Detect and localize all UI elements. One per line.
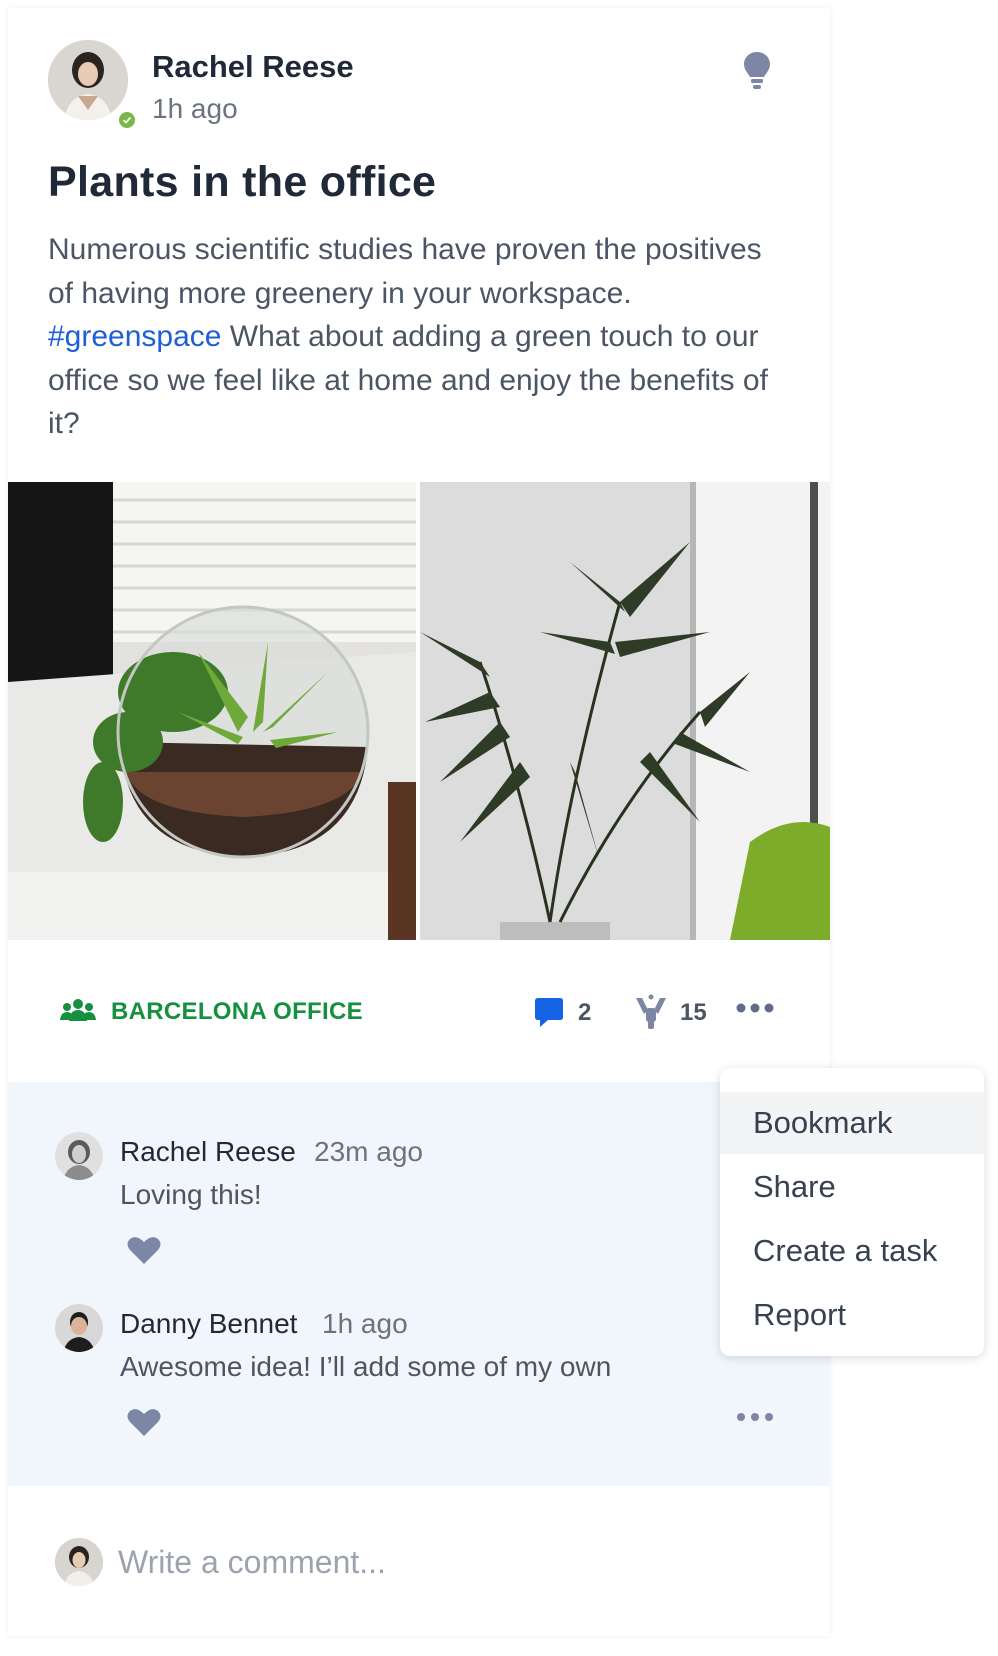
comment-count: 2 [578,999,592,1026]
lightbulb-icon[interactable] [742,50,772,92]
menu-item-create-task[interactable]: Create a task [720,1220,984,1282]
post-title: Plants in the office [48,158,437,206]
author-name[interactable]: Rachel Reese [152,49,354,85]
menu-item-report[interactable]: Report [720,1284,984,1346]
group-icon [60,999,96,1021]
cheer-count: 15 [680,999,707,1026]
comment-time: 23m ago [314,1136,423,1167]
cheer-icon[interactable] [634,994,668,1030]
post-body: Numerous scientific studies have proven … [48,228,788,446]
group-link[interactable]: BARCELONA OFFICE [111,998,363,1026]
comment-author[interactable]: Danny Bennet [120,1308,297,1340]
comment-input[interactable] [118,1540,798,1584]
comment-more-icon[interactable] [735,1409,775,1425]
comment-text: Awesome idea! I’ll add some of my own [120,1351,612,1382]
heart-icon[interactable] [127,1407,161,1437]
commenter-avatar[interactable] [55,1132,103,1180]
post-options-menu: Bookmark Share Create a task Report [720,1068,984,1356]
comment-text: Loving this! [120,1179,262,1210]
commenter-avatar[interactable] [55,1304,103,1352]
comment-author[interactable]: Rachel Reese [120,1136,296,1168]
menu-item-share[interactable]: Share [720,1156,984,1218]
palm-photo[interactable] [420,482,830,940]
post-timestamp: 1h ago [152,93,238,124]
post-body-text: Numerous scientific studies have proven … [48,233,762,310]
author-avatar[interactable] [48,40,128,120]
current-user-avatar [55,1538,103,1586]
terrarium-photo[interactable] [8,482,416,940]
hashtag-link[interactable]: #greenspace [48,320,221,353]
online-status-icon [117,110,137,130]
comment-time: 1h ago [322,1308,408,1339]
heart-icon[interactable] [127,1235,161,1265]
comment-icon[interactable] [534,996,564,1028]
more-icon[interactable] [735,1000,775,1016]
menu-item-bookmark[interactable]: Bookmark [720,1092,984,1154]
